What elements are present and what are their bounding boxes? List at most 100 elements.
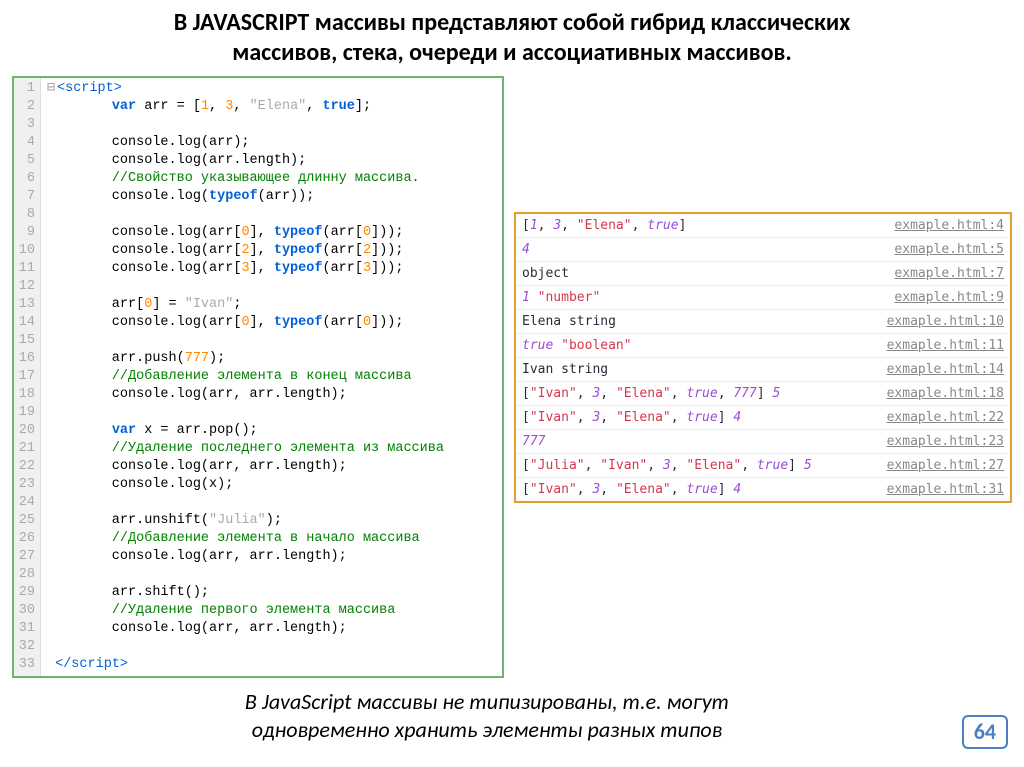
line-number: 32 (17, 638, 35, 656)
code-line: console.log(arr, arr.length); (47, 458, 444, 476)
code-line: arr.push(777); (47, 350, 444, 368)
line-number: 8 (17, 206, 35, 224)
code-line: console.log(typeof(arr)); (47, 188, 444, 206)
console-source-link[interactable]: exmaple.html:23 (887, 430, 1004, 453)
code-line: console.log(x); (47, 476, 444, 494)
code-line: //Добавление элемента в конец массива (47, 368, 444, 386)
code-line: arr.shift(); (47, 584, 444, 602)
line-number: 2 (17, 98, 35, 116)
line-number: 3 (17, 116, 35, 134)
console-source-link[interactable]: exmaple.html:31 (887, 478, 1004, 501)
code-line (47, 278, 444, 296)
console-output: true "boolean" (522, 334, 632, 357)
line-number: 17 (17, 368, 35, 386)
console-source-link[interactable]: exmaple.html:14 (887, 358, 1004, 381)
code-line: //Добавление элемента в начало массива (47, 530, 444, 548)
code-line: console.log(arr[2], typeof(arr[2])); (47, 242, 444, 260)
code-line: console.log(arr.length); (47, 152, 444, 170)
line-number: 27 (17, 548, 35, 566)
footer-line-1: В JavaScript массивы не типизированы, т.… (245, 688, 729, 715)
line-number: 14 (17, 314, 35, 332)
console-output: 1 "number" (522, 286, 600, 309)
code-line (47, 206, 444, 224)
console-row: ["Ivan", 3, "Elena", true] 4exmaple.html… (516, 406, 1010, 430)
console-source-link[interactable]: exmaple.html:27 (887, 454, 1004, 477)
code-line: var arr = [1, 3, "Elena", true]; (47, 98, 444, 116)
code-line: console.log(arr); (47, 134, 444, 152)
console-row: true "boolean" exmaple.html:11 (516, 334, 1010, 358)
code-line: console.log(arr, arr.length); (47, 386, 444, 404)
code-line: console.log(arr, arr.length); (47, 620, 444, 638)
title-line-1: В JAVASCRIPT массивы представляют собой … (174, 8, 851, 37)
console-source-link[interactable]: exmaple.html:10 (887, 310, 1004, 333)
code-line: </script> (47, 656, 444, 674)
console-source-link[interactable]: exmaple.html:5 (894, 238, 1004, 261)
console-source-link[interactable]: exmaple.html:9 (894, 286, 1004, 309)
line-number: 28 (17, 566, 35, 584)
code-line (47, 116, 444, 134)
console-row: ["Julia", "Ivan", 3, "Elena", true] 5 exm… (516, 454, 1010, 478)
console-output: object (522, 262, 569, 285)
code-line: ⊟<script> (47, 80, 444, 98)
code-line (47, 566, 444, 584)
console-source-link[interactable]: exmaple.html:7 (894, 262, 1004, 285)
line-number: 29 (17, 584, 35, 602)
code-line: console.log(arr[3], typeof(arr[3])); (47, 260, 444, 278)
console-output: 4 (522, 238, 530, 261)
code-line (47, 638, 444, 656)
console-source-link[interactable]: exmaple.html:4 (894, 214, 1004, 237)
code-line: console.log(arr[0], typeof(arr[0])); (47, 314, 444, 332)
line-number: 33 (17, 656, 35, 674)
footer-line-2: одновременно хранить элементы разных тип… (252, 716, 722, 743)
line-number: 5 (17, 152, 35, 170)
line-number: 4 (17, 134, 35, 152)
console-row: ["Ivan", 3, "Elena", true, 777] 5 exmaple… (516, 382, 1010, 406)
console-row: 777exmaple.html:23 (516, 430, 1010, 454)
content-row: 1234567891011121314151617181920212223242… (12, 76, 1012, 678)
console-source-link[interactable]: exmaple.html:18 (887, 382, 1004, 405)
line-number: 13 (17, 296, 35, 314)
console-row: 1 "number" exmaple.html:9 (516, 286, 1010, 310)
line-number: 9 (17, 224, 35, 242)
code-line (47, 494, 444, 512)
line-number: 12 (17, 278, 35, 296)
code-line: //Свойство указывающее длинну массива. (47, 170, 444, 188)
console-output: Ivan string (522, 358, 608, 381)
line-number: 25 (17, 512, 35, 530)
line-number: 18 (17, 386, 35, 404)
line-number: 16 (17, 350, 35, 368)
line-number: 31 (17, 620, 35, 638)
console-row: Ivan string exmaple.html:14 (516, 358, 1010, 382)
console-output: ["Ivan", 3, "Elena", true] 4 (522, 478, 741, 501)
console-row: [1, 3, "Elena", true] exmaple.html:4 (516, 214, 1010, 238)
code-body: ⊟<script> var arr = [1, 3, "Elena", true… (41, 78, 450, 676)
line-number: 21 (17, 440, 35, 458)
slide-footer: В JavaScript массивы не типизированы, т.… (12, 688, 1012, 743)
code-gutter: 1234567891011121314151617181920212223242… (14, 78, 41, 676)
console-row: object exmaple.html:7 (516, 262, 1010, 286)
line-number: 19 (17, 404, 35, 422)
code-line: console.log(arr[0], typeof(arr[0])); (47, 224, 444, 242)
line-number: 11 (17, 260, 35, 278)
console-output: [1, 3, "Elena", true] (522, 214, 686, 237)
console-row: 4 exmaple.html:5 (516, 238, 1010, 262)
slide-title: В JAVASCRIPT массивы представляют собой … (30, 8, 994, 68)
line-number: 26 (17, 530, 35, 548)
console-output: ["Ivan", 3, "Elena", true, 777] 5 (522, 382, 780, 405)
line-number: 1 (17, 80, 35, 98)
code-line (47, 332, 444, 350)
line-number: 6 (17, 170, 35, 188)
slide: В JAVASCRIPT массивы представляют собой … (0, 0, 1024, 767)
code-line: arr[0] = "Ivan"; (47, 296, 444, 314)
code-line: //Удаление последнего элемента из массив… (47, 440, 444, 458)
code-editor-panel: 1234567891011121314151617181920212223242… (12, 76, 504, 678)
console-output-panel: [1, 3, "Elena", true] exmaple.html:4 4 exma… (514, 212, 1012, 503)
console-row: ["Ivan", 3, "Elena", true] 4 exmaple.html… (516, 478, 1010, 501)
console-source-link[interactable]: exmaple.html:11 (887, 334, 1004, 357)
code-line: arr.unshift("Julia"); (47, 512, 444, 530)
console-source-link[interactable]: exmaple.html:22 (887, 406, 1004, 429)
line-number: 7 (17, 188, 35, 206)
line-number: 15 (17, 332, 35, 350)
code-line: console.log(arr, arr.length); (47, 548, 444, 566)
console-output: ["Julia", "Ivan", 3, "Elena", true] 5 (522, 454, 812, 477)
